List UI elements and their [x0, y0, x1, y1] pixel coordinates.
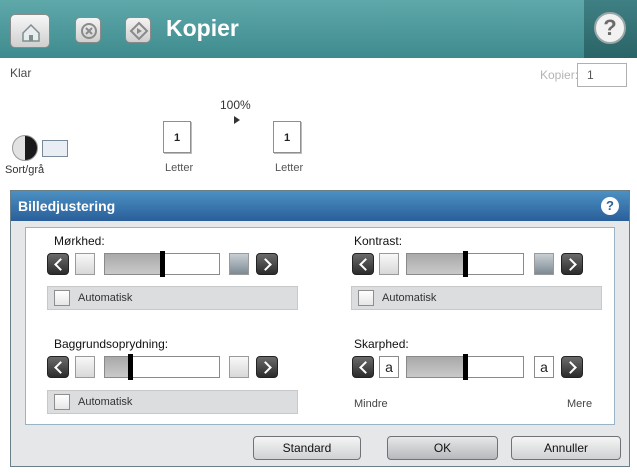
- top-bar: Kopier ?: [0, 0, 637, 58]
- contrast-slider[interactable]: [406, 251, 524, 277]
- color-mode-icon: [12, 135, 38, 161]
- sharpness-slider[interactable]: [406, 354, 524, 380]
- document-icon: [42, 140, 68, 157]
- contrast-slider-thumb[interactable]: [463, 251, 468, 277]
- background-decrease-button[interactable]: [47, 356, 69, 378]
- contrast-auto-row[interactable]: Automatisk: [351, 286, 602, 310]
- stop-button[interactable]: [75, 17, 101, 43]
- background-auto-row[interactable]: Automatisk: [47, 390, 298, 414]
- contrast-slider-fill: [407, 254, 465, 274]
- background-increase-button[interactable]: [256, 356, 278, 378]
- contrast-high-icon: [534, 253, 554, 275]
- copies-label: Kopier:: [540, 68, 579, 82]
- adjustment-panel: Mørkhed: Automatisk Kontrast: Automatisk…: [25, 227, 615, 425]
- background-auto-label: Automatisk: [78, 396, 133, 408]
- status-text: Klar: [10, 66, 32, 80]
- start-copy-button[interactable]: [125, 17, 151, 43]
- sharpness-increase-button[interactable]: [561, 356, 583, 378]
- darkness-auto-label: Automatisk: [78, 292, 133, 304]
- output-page: 1: [273, 121, 301, 153]
- darkness-slider[interactable]: [104, 251, 220, 277]
- sharpness-decrease-button[interactable]: [352, 356, 374, 378]
- dialog-help-icon[interactable]: ?: [601, 197, 619, 215]
- background-low-icon: [75, 356, 95, 378]
- contrast-decrease-button[interactable]: [352, 253, 374, 275]
- help-icon: ?: [594, 12, 626, 44]
- stop-icon: [81, 23, 97, 39]
- sharpness-slider-thumb[interactable]: [463, 354, 468, 380]
- darkness-slider-thumb[interactable]: [160, 251, 165, 277]
- sharpness-slider-fill: [407, 357, 465, 377]
- background-label: Baggrundsoprydning:: [54, 337, 169, 351]
- start-icon: [129, 21, 149, 41]
- darkness-decrease-button[interactable]: [47, 253, 69, 275]
- zoom-level: 100%: [220, 98, 251, 112]
- arrow-right-icon: [234, 116, 240, 124]
- sharpness-soft-icon: a: [379, 356, 399, 378]
- page-title: Kopier: [166, 15, 239, 41]
- sharpness-label: Skarphed:: [354, 337, 409, 351]
- color-mode-label: Sort/grå: [5, 164, 45, 176]
- standard-button[interactable]: Standard: [253, 436, 361, 460]
- background-auto-checkbox[interactable]: [54, 394, 70, 410]
- contrast-auto-label: Automatisk: [382, 292, 437, 304]
- contrast-auto-checkbox[interactable]: [358, 290, 374, 306]
- background-high-icon: [229, 356, 249, 378]
- dialog-header: Billedjustering ?: [11, 191, 629, 221]
- ok-button[interactable]: OK: [387, 436, 498, 460]
- contrast-label: Kontrast:: [354, 234, 403, 248]
- background-slider[interactable]: [104, 354, 220, 380]
- darkness-dark-icon: [229, 253, 249, 275]
- output-size-label: Letter: [275, 162, 304, 174]
- darkness-label: Mørkhed:: [54, 234, 105, 248]
- contrast-low-icon: [379, 253, 399, 275]
- darkness-auto-row[interactable]: Automatisk: [47, 286, 298, 310]
- darkness-increase-button[interactable]: [256, 253, 278, 275]
- original-page: 1: [163, 121, 191, 153]
- background-slider-fill: [105, 357, 130, 377]
- copies-input[interactable]: 1: [577, 63, 627, 87]
- help-button[interactable]: ?: [584, 0, 637, 58]
- sharpness-sharp-icon: a: [534, 356, 554, 378]
- sharpness-max-label: Mere: [567, 398, 593, 410]
- home-icon: [22, 23, 40, 42]
- sharpness-min-label: Mindre: [354, 398, 388, 410]
- darkness-slider-fill: [105, 254, 162, 274]
- cancel-button[interactable]: Annuller: [511, 436, 621, 460]
- original-size-label: Letter: [165, 162, 194, 174]
- dialog-title: Billedjustering: [18, 198, 116, 214]
- contrast-increase-button[interactable]: [561, 253, 583, 275]
- darkness-auto-checkbox[interactable]: [54, 290, 70, 306]
- image-adjustment-dialog: Billedjustering ? Mørkhed: Automatisk Ko…: [10, 190, 630, 467]
- home-button[interactable]: [10, 14, 50, 48]
- background-slider-thumb[interactable]: [128, 354, 133, 380]
- darkness-light-icon: [75, 253, 95, 275]
